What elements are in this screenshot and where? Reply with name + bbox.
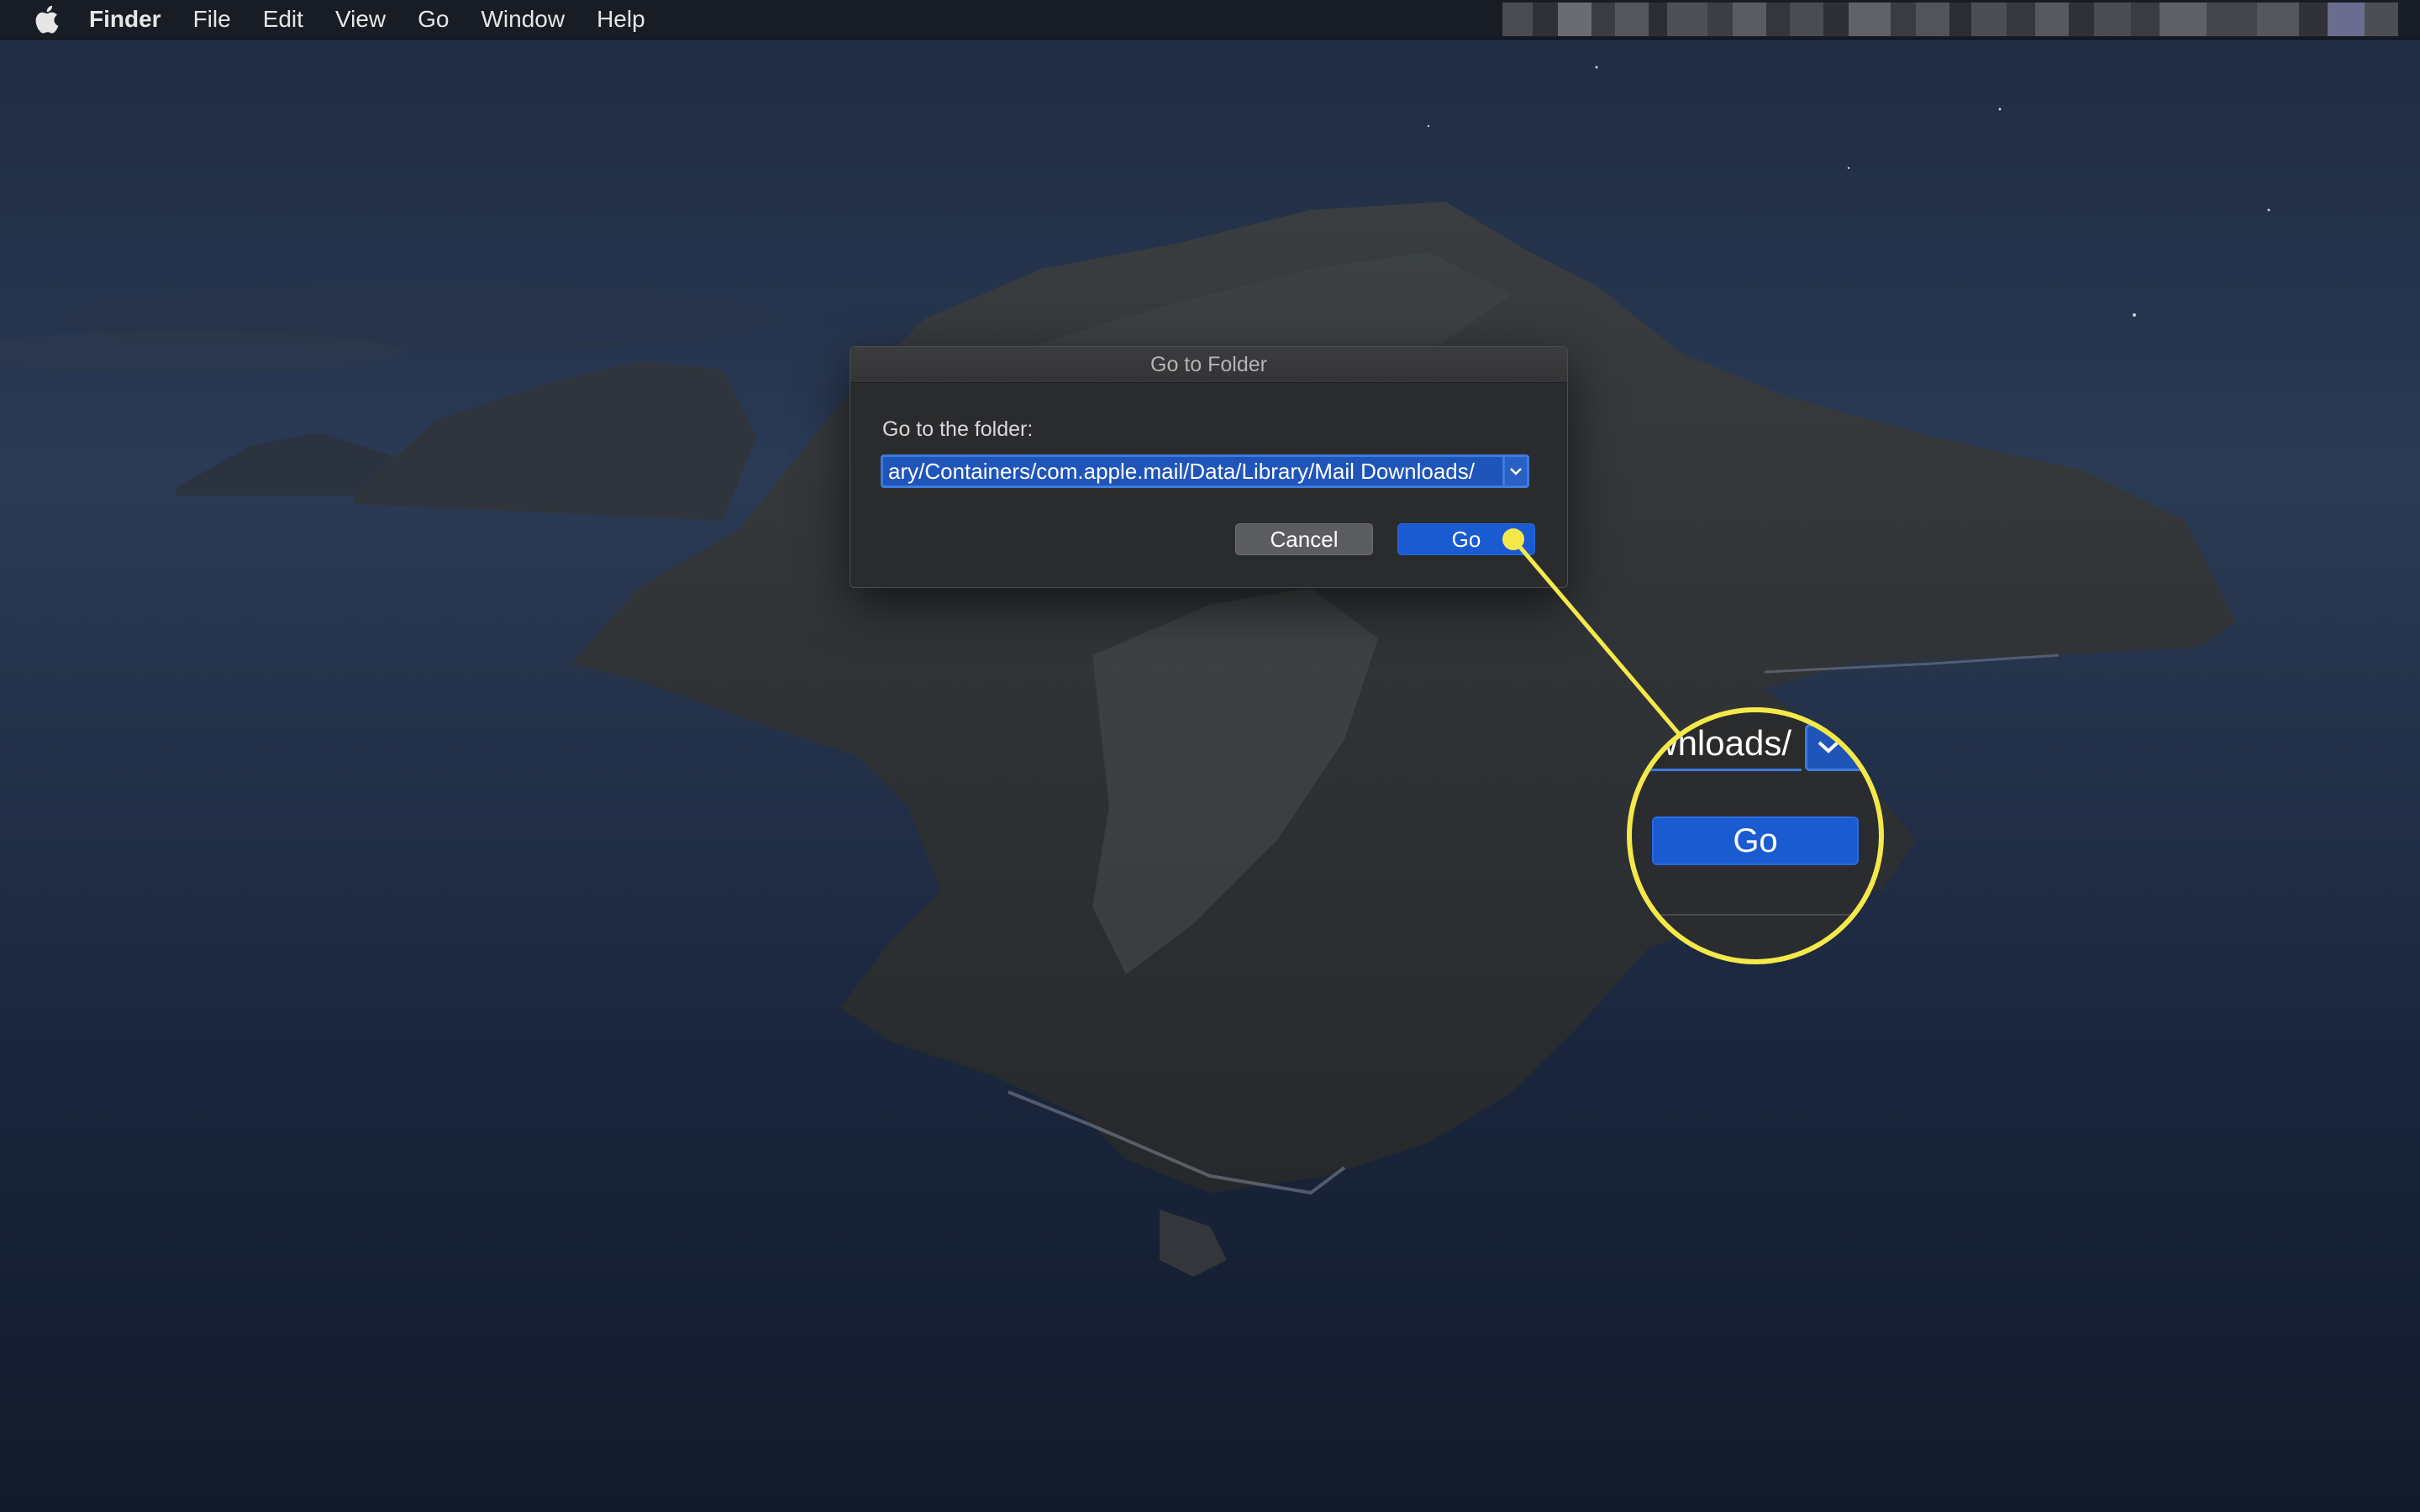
- status-menu-area-pixelated: [1502, 0, 2398, 39]
- dialog-title: Go to Folder: [850, 347, 1567, 383]
- path-history-dropdown[interactable]: [1502, 454, 1529, 488]
- menu-help[interactable]: Help: [597, 0, 645, 39]
- menu-file[interactable]: File: [193, 0, 231, 39]
- wallpaper-image: [0, 0, 2420, 1512]
- cancel-button[interactable]: Cancel: [1235, 523, 1373, 555]
- chevron-down-icon: [1818, 741, 1839, 753]
- chevron-down-icon: [1510, 468, 1522, 475]
- menu-window[interactable]: Window: [481, 0, 565, 39]
- menu-finder[interactable]: Finder: [89, 0, 161, 39]
- magnified-divider: [1632, 914, 1879, 916]
- callout-marker-dot: [1502, 528, 1524, 550]
- magnified-path-text: wnloads/: [1632, 716, 1802, 771]
- menu-bar: Finder File Edit View Go Window Help: [0, 0, 2420, 39]
- magnified-dropdown-button: [1805, 724, 1879, 771]
- magnified-go-button: Go: [1652, 816, 1859, 865]
- folder-prompt-label: Go to the folder:: [882, 417, 1034, 441]
- magnified-callout: wnloads/ Go: [1627, 707, 1884, 964]
- menu-edit[interactable]: Edit: [263, 0, 303, 39]
- go-to-folder-dialog: Go to Folder Go to the folder: ary/Conta…: [850, 346, 1568, 588]
- folder-path-input[interactable]: ary/Containers/com.apple.mail/Data/Libra…: [881, 454, 1502, 488]
- menu-view[interactable]: View: [335, 0, 386, 39]
- menu-go[interactable]: Go: [418, 0, 449, 39]
- apple-menu-icon[interactable]: [34, 5, 59, 34]
- desktop: Finder File Edit View Go Window Help Go …: [0, 0, 2420, 1512]
